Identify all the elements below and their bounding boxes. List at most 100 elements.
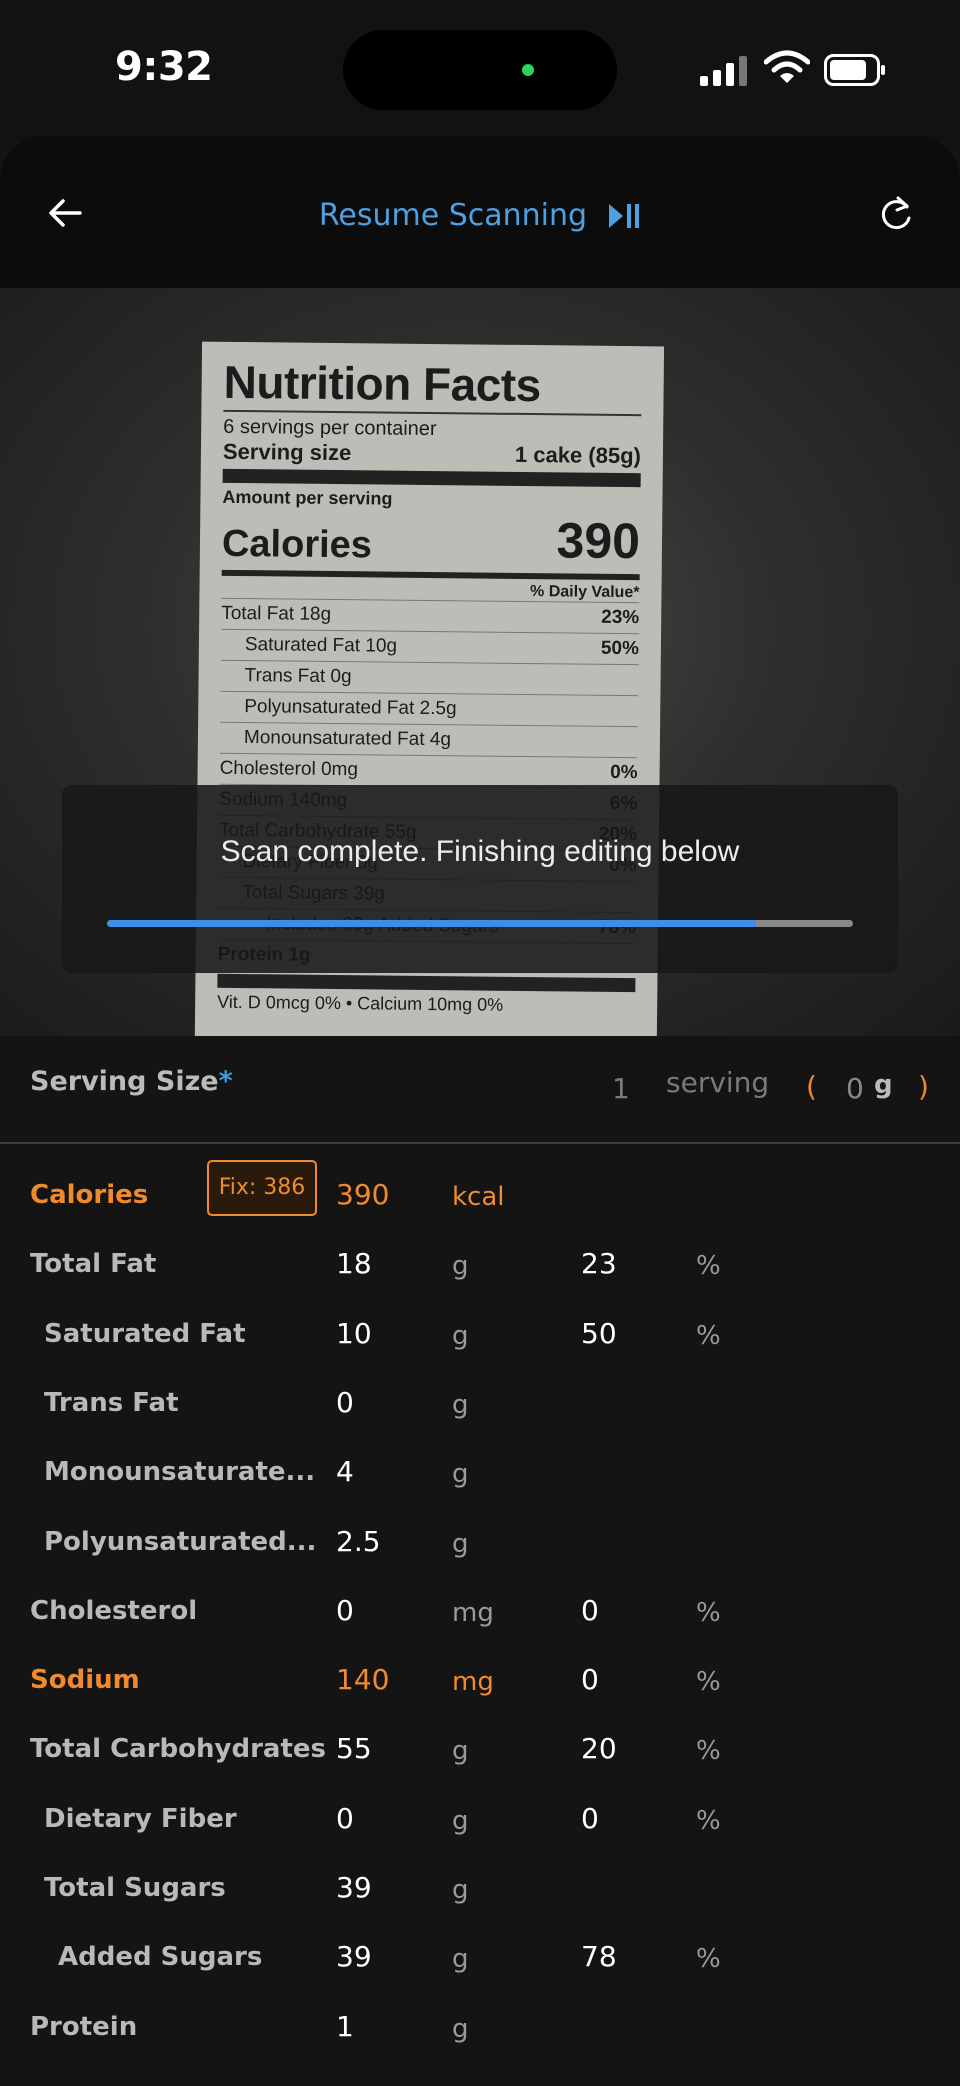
nutrient-name: Dietary Fiber xyxy=(44,1803,237,1834)
nf-serving-size-label: Serving size xyxy=(222,439,352,466)
nutrient-row-saturated-fat: Saturated Fat 10 g 50% xyxy=(0,1301,960,1370)
nf-footer: Vit. D 0mcg 0% • Calcium 10mg 0% xyxy=(217,992,504,1016)
nutrient-name: Total Fat xyxy=(30,1249,157,1280)
nutrient-unit: g xyxy=(452,1320,469,1351)
nf-row-name: Saturated Fat 10g xyxy=(244,634,398,657)
nutrient-value-input[interactable]: 0 xyxy=(336,1386,354,1419)
daily-value-percent: % xyxy=(696,1944,721,1975)
nutrient-value-input[interactable]: 1 xyxy=(336,2010,354,2043)
scan-progress-fill xyxy=(107,920,757,927)
resume-scanning-button[interactable]: Resume Scanning xyxy=(0,198,960,233)
nf-row-dv: 0% xyxy=(610,762,638,784)
nutrient-unit: g xyxy=(452,1459,469,1490)
nutrient-unit: g xyxy=(452,1875,469,1905)
daily-value-percent: % xyxy=(696,1320,721,1351)
nutrient-value-input[interactable]: 390 xyxy=(336,1178,389,1211)
nutrient-value-input[interactable]: 39 xyxy=(336,1940,372,1973)
nutrient-unit: g xyxy=(452,1805,469,1836)
nutrient-value-input[interactable]: 18 xyxy=(336,1247,372,1280)
nf-row-name: Total Fat 18g xyxy=(221,603,332,626)
nf-row: Cholesterol 0mg 0% xyxy=(219,753,638,789)
nutrient-row-added-sugars: Added Sugars 39 g 78% xyxy=(0,1924,960,1993)
signal-icon xyxy=(700,56,748,86)
nutrient-row-polyunsaturated: Polyunsaturated... 2.5 g xyxy=(0,1509,960,1578)
daily-value-input[interactable]: 0 xyxy=(581,1594,599,1627)
nutrient-value-input[interactable]: 2.5 xyxy=(336,1525,381,1558)
toast-message: Scan complete. Finishing editing below xyxy=(220,835,740,868)
play-pause-icon xyxy=(609,203,640,228)
daily-value-input[interactable]: 0 xyxy=(581,1802,599,1835)
nutrient-row-protein: Protein 1 g xyxy=(0,1994,960,2063)
nf-row-name: Trans Fat 0g xyxy=(244,665,352,688)
daily-value-input[interactable]: 0 xyxy=(581,1663,599,1696)
nutrient-name: Trans Fat xyxy=(44,1387,179,1418)
nf-calories-value: 390 xyxy=(556,512,641,570)
daily-value-input[interactable]: 78 xyxy=(581,1940,617,1973)
nutrient-value-input[interactable]: 0 xyxy=(336,1802,354,1835)
nutrient-name: Cholesterol xyxy=(30,1595,198,1626)
nutrient-name: Monounsaturate... xyxy=(44,1457,316,1488)
nf-row: Saturated Fat 10g 50% xyxy=(220,629,640,665)
nf-row-name: Monounsaturated Fat 4g xyxy=(243,727,452,751)
nutrient-row-monounsaturate: Monounsaturate... 4 g xyxy=(0,1439,960,1508)
nf-row-name: Cholesterol 0mg xyxy=(219,758,359,781)
nutrition-edit-form: Serving Size* 1 serving ( 0 g ) Calories… xyxy=(0,1036,960,2086)
nf-serving-size-value: 1 cake (85g) xyxy=(514,442,642,469)
nutrient-unit: g xyxy=(452,1251,469,1282)
nf-row: Polyunsaturated Fat 2.5g xyxy=(220,691,639,727)
nutrient-value-input[interactable]: 140 xyxy=(336,1663,389,1696)
daily-value-input[interactable]: 50 xyxy=(581,1317,617,1350)
paren-close: ) xyxy=(918,1070,929,1103)
serving-quantity-input[interactable]: 1 xyxy=(612,1072,630,1105)
nf-row-dv: 23% xyxy=(601,607,640,629)
nutrient-unit: g xyxy=(452,1736,469,1767)
nutrient-value-input[interactable]: 10 xyxy=(336,1317,372,1350)
serving-size-label: Serving Size* xyxy=(30,1066,233,1097)
dynamic-island xyxy=(343,30,617,110)
nutrient-name: Polyunsaturated... xyxy=(44,1526,317,1557)
nf-calories-label: Calories xyxy=(221,523,373,567)
nutrient-name: Sodium xyxy=(30,1665,140,1696)
serving-size-row: Serving Size* 1 serving ( 0 g ) xyxy=(0,1036,960,1144)
fix-calories-button[interactable]: Fix: 386 xyxy=(207,1160,317,1216)
nutrient-value-input[interactable]: 4 xyxy=(336,1455,354,1488)
nutrient-value-input[interactable]: 55 xyxy=(336,1732,372,1765)
refresh-icon[interactable] xyxy=(876,192,916,234)
nutrient-name: Saturated Fat xyxy=(44,1318,246,1349)
nutrient-name: Protein xyxy=(30,2011,138,2042)
nutrient-row-total-carbohydrates: Total Carbohydrates 55 g 20% xyxy=(0,1716,960,1785)
nutrient-row-sodium: Sodium 140 mg 0% xyxy=(0,1647,960,1716)
daily-value-input[interactable]: 20 xyxy=(581,1732,617,1765)
nutrient-row-total-sugars: Total Sugars 39 g xyxy=(0,1855,960,1924)
nf-row: Trans Fat 0g xyxy=(220,660,639,696)
nutrient-name: Added Sugars xyxy=(58,1942,263,1973)
nutrient-value-input[interactable]: 0 xyxy=(336,1594,354,1627)
nutrient-row-total-fat: Total Fat 18 g 23% xyxy=(0,1231,960,1300)
serving-grams-input[interactable]: 0 xyxy=(846,1072,864,1105)
scan-header: Resume Scanning xyxy=(0,136,960,288)
nutrient-unit: g xyxy=(452,2013,469,2044)
nutrient-unit: g xyxy=(452,1528,469,1559)
nutrient-name: Total Sugars xyxy=(44,1873,226,1903)
wifi-icon xyxy=(764,50,810,83)
nutrient-name: Total Carbohydrates xyxy=(30,1734,326,1765)
nf-row: Monounsaturated Fat 4g xyxy=(219,722,639,758)
status-time: 9:32 xyxy=(115,44,213,90)
nutrient-unit: g xyxy=(452,1944,469,1975)
nutrient-unit: mg xyxy=(452,1597,494,1628)
nutrient-unit: g xyxy=(452,1389,469,1420)
scan-complete-toast: Scan complete. Finishing editing below xyxy=(62,785,898,973)
required-marker: * xyxy=(218,1066,233,1097)
resume-scanning-label: Resume Scanning xyxy=(318,198,588,233)
daily-value-percent: % xyxy=(696,1667,721,1698)
scan-progress-bar xyxy=(107,920,853,927)
serving-size-label-text: Serving Size xyxy=(30,1066,219,1097)
nutrient-unit: mg xyxy=(452,1667,494,1698)
nutrient-row-trans-fat: Trans Fat 0 g xyxy=(0,1370,960,1439)
nutrient-row-calories: Calories 390 kcal Fix: 386 xyxy=(0,1160,960,1231)
nutrient-value-input[interactable]: 39 xyxy=(336,1871,372,1904)
nf-row-dv: 50% xyxy=(600,638,640,660)
daily-value-input[interactable]: 23 xyxy=(581,1247,617,1280)
serving-unit-select[interactable]: serving xyxy=(666,1066,769,1099)
nf-row: Total Fat 18g 23% xyxy=(221,598,640,634)
